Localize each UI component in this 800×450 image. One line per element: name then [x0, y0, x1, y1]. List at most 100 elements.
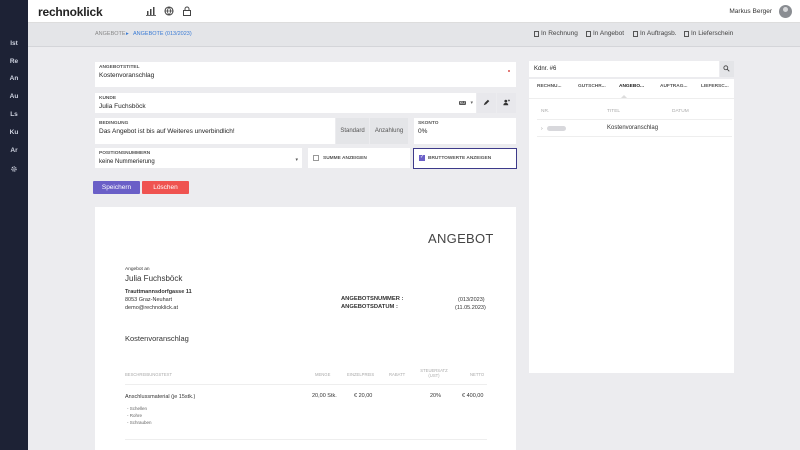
sidebar-item-lieferscheine[interactable]: Ls: [0, 108, 28, 122]
top-icons: [146, 6, 192, 16]
kunde-badge: KU: [458, 101, 466, 105]
in-lieferschein-button[interactable]: In Lieferschein: [684, 30, 733, 37]
tab-angebote[interactable]: ANGEBO...: [619, 84, 644, 89]
recipient-street: Trauttmannsdorfgasse 11: [125, 289, 192, 295]
seg-standard[interactable]: Standard: [336, 118, 369, 144]
document-icon: [633, 30, 638, 37]
chevron-down-icon[interactable]: ▾: [470, 100, 473, 106]
sidebar-item-rechnungen[interactable]: Re: [0, 55, 28, 69]
search-field[interactable]: Kdnr. #6: [529, 61, 719, 77]
chart-icon[interactable]: [146, 6, 156, 16]
kunde-value[interactable]: Julia Fuchsböck: [99, 103, 146, 110]
list-item-title[interactable]: Kostenvoranschlag: [607, 125, 658, 131]
col-datum: DATUM: [672, 109, 689, 114]
document-icon: [534, 30, 539, 37]
table-divider: [125, 384, 487, 385]
chevron-down-icon[interactable]: ▾: [295, 157, 298, 163]
document-icon: [684, 30, 689, 37]
col-discount: RABATT: [389, 372, 406, 377]
document-subject: Kostenvoranschlag: [125, 334, 189, 343]
kunde-label: KUNDE: [99, 96, 117, 101]
user-name[interactable]: Markus Berger: [729, 8, 772, 15]
bedingung-label: BEDINGUNG: [99, 121, 129, 126]
recipient-label: Angebot an: [125, 267, 150, 272]
summe-checkbox[interactable]: [313, 155, 319, 161]
sidebar-item-artikel[interactable]: Ar: [0, 144, 28, 158]
lock-icon[interactable]: [182, 6, 192, 16]
recipient-city: 8053 Graz-Neuhart: [125, 297, 173, 303]
breadcrumb-separator: ▸: [126, 31, 129, 37]
col-quantity: MENGE: [315, 372, 331, 377]
bedingung-value[interactable]: Das Angebot ist bis auf Weiteres unverbi…: [99, 128, 235, 135]
sidebar-item-auftraege[interactable]: Au: [0, 90, 28, 104]
bruttowerte-anzeigen-toggle[interactable]: BRUTTOWERTE ANZEIGEN: [413, 148, 517, 169]
pencil-icon: [483, 99, 490, 106]
positionsnummern-value[interactable]: keine Nummerierung: [99, 159, 155, 165]
kunde-field[interactable]: KUNDE Julia Fuchsböck KU ▾: [95, 93, 476, 113]
item-unit-price: € 20,00: [354, 393, 373, 399]
col-tax-rate: STEUERSATZ (UST): [420, 368, 448, 378]
save-button[interactable]: Speichern: [93, 181, 140, 194]
globe-icon[interactable]: [164, 6, 174, 16]
sidebar-item-angebote[interactable]: An: [0, 72, 28, 86]
in-auftrag-label: In Auftragsb.: [640, 30, 677, 37]
table-divider: [125, 439, 487, 440]
tab-rechnungen[interactable]: RECHNU...: [537, 84, 562, 89]
item-quantity: 20,00 Stk.: [312, 393, 337, 399]
item-net: € 400,00: [462, 393, 484, 399]
brutto-checkbox[interactable]: [419, 154, 425, 161]
sidebar-item-kunden[interactable]: Ku: [0, 126, 28, 140]
in-rechnung-button[interactable]: In Rechnung: [534, 30, 578, 37]
app-logo[interactable]: rechnoklick: [38, 5, 103, 19]
user-plus-icon: [503, 99, 510, 106]
offer-date-value: (11.05.2023): [455, 305, 486, 311]
add-customer-button[interactable]: [497, 93, 516, 113]
angebotstitel-label: ANGEBOTSTITEL: [99, 65, 140, 70]
tab-gutschriften[interactable]: GUTSCHR...: [578, 84, 606, 89]
angebotstitel-field[interactable]: ANGEBOTSTITEL Kostenvoranschlag: [95, 62, 516, 87]
breadcrumb-parent[interactable]: ANGEBOTE: [95, 31, 126, 37]
skonto-value[interactable]: 0%: [418, 128, 427, 135]
positionsnummern-select[interactable]: POSITIONSNUMMERN keine Nummerierung ▾: [95, 148, 302, 168]
tab-divider: [529, 98, 734, 99]
edit-customer-button[interactable]: [477, 93, 496, 113]
in-angebot-button[interactable]: In Angebot: [586, 30, 624, 37]
seg-anzahlung[interactable]: Anzahlung: [370, 118, 408, 144]
col-description: BESCHREIBUNGSTEXT: [125, 372, 173, 377]
col-unit-price: EINZELPREIS: [347, 372, 375, 377]
summe-anzeigen-toggle[interactable]: SUMME ANZEIGEN: [308, 148, 410, 168]
gear-icon[interactable]: [0, 162, 28, 176]
col-net: NETTO: [470, 372, 485, 377]
skonto-field[interactable]: SKONTO 0%: [414, 118, 516, 144]
search-button[interactable]: [720, 61, 734, 77]
recipient-name: Julia Fuchsböck: [125, 274, 183, 283]
chevron-right-icon[interactable]: ›: [541, 126, 543, 132]
offer-number-value: (013/2023): [458, 297, 485, 303]
sidebar-item-dashboard[interactable]: Ist: [0, 37, 28, 51]
item-sub-line: - Schrauben: [127, 420, 152, 425]
item-description: Anschlussmaterial (je 15stk.): [125, 394, 196, 400]
tab-auftraege[interactable]: AUFTRAG...: [660, 84, 687, 89]
angebotstitel-value[interactable]: Kostenvoranschlag: [99, 72, 154, 79]
list-divider: [537, 136, 732, 137]
required-indicator: [508, 70, 510, 72]
list-divider: [537, 119, 732, 120]
document-list-panel: RECHNU... GUTSCHR... ANGEBO... AUFTRAG..…: [529, 79, 734, 373]
in-auftrag-button[interactable]: In Auftragsb.: [633, 30, 677, 37]
document-heading: ANGEBOT: [428, 231, 494, 246]
delete-button[interactable]: Löschen: [142, 181, 189, 194]
offer-date-label: ANGEBOTSDATUM :: [341, 304, 398, 310]
breadcrumb-current: ANGEBOTE (013/2023): [133, 31, 192, 37]
sidebar: Ist Re An Au Ls Ku Ar: [0, 0, 28, 450]
action-bar: ANGEBOTE ▸ ANGEBOTE (013/2023) In Rechnu…: [28, 23, 800, 47]
in-angebot-label: In Angebot: [593, 30, 625, 37]
search-value[interactable]: Kdnr. #6: [534, 66, 556, 72]
tab-lieferscheine[interactable]: LIEFERSC...: [701, 84, 729, 89]
bedingung-field[interactable]: BEDINGUNG Das Angebot ist bis auf Weiter…: [95, 118, 335, 144]
in-lieferschein-label: In Lieferschein: [691, 30, 734, 37]
search-icon: [723, 65, 730, 72]
avatar[interactable]: [779, 5, 792, 18]
item-sub-line: - Schellen: [127, 406, 148, 411]
summe-label: SUMME ANZEIGEN: [323, 156, 367, 161]
skonto-label: SKONTO: [418, 121, 439, 126]
